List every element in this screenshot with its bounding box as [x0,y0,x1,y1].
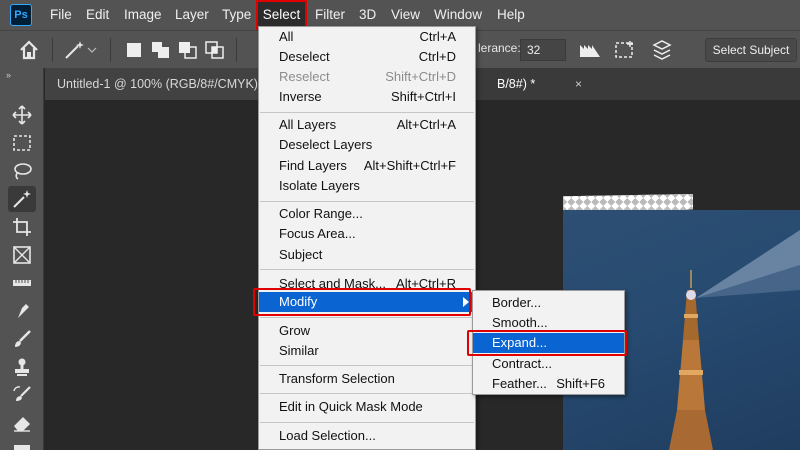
magic-wand-icon[interactable] [8,186,36,212]
gradient-icon[interactable] [8,436,36,450]
sample-all-layers-icon[interactable] [650,39,674,61]
select-subject-button[interactable]: Select Subject [705,38,797,62]
brush-icon[interactable] [8,326,36,352]
intersect-selection-icon[interactable] [205,41,225,59]
menu-item-subject[interactable]: Subject [259,245,475,265]
menu-item-color-range[interactable]: Color Range... [259,204,475,224]
crop-icon[interactable] [8,214,36,240]
menu-item-reselect: Reselect Shift+Ctrl+D [279,69,456,84]
modify-highlight-annotation [253,288,471,316]
menu-type[interactable]: Type [218,0,255,30]
menu-item-deselect-layers[interactable]: Deselect Layers [259,135,475,155]
tool-preset-picker[interactable] [62,38,98,62]
lasso-icon[interactable] [8,158,36,184]
menu-separator [260,365,474,366]
submenu-item-contract[interactable]: Contract... [473,354,624,374]
menu-layer[interactable]: Layer [171,0,213,30]
tolerance-label: lerance: [478,41,521,55]
menu-item-isolate-layers[interactable]: Isolate Layers [259,176,475,196]
menu-item-find-layers[interactable]: Find Layers Alt+Shift+Ctrl+F [259,156,475,176]
menu-item-similar[interactable]: Similar [259,341,475,361]
divider [236,38,237,62]
tab-untitled-1[interactable]: Untitled-1 @ 100% (RGB/8#/CMYK) [45,68,260,100]
home-icon[interactable] [18,39,40,61]
menu-separator [260,317,474,318]
menu-separator [260,393,474,394]
tab-label: Untitled-1 @ 100% (RGB/8#/CMYK) [57,77,258,91]
anti-alias-icon[interactable] [578,39,602,61]
add-to-selection-icon[interactable] [151,41,171,59]
menu-separator [260,201,474,202]
magic-wand-preset-icon [65,41,97,59]
close-tab-icon[interactable]: × [575,68,582,100]
photoshop-logo-icon: Ps [10,4,32,26]
eraser-icon[interactable] [8,410,36,436]
menu-item-deselect[interactable]: Deselect Ctrl+D [259,47,475,67]
submenu-item-feather[interactable]: Feather... Shift+F6 [473,374,624,394]
menu-image[interactable]: Image [120,0,166,30]
menu-separator [260,269,474,270]
menu-item-quick-mask[interactable]: Edit in Quick Mask Mode [259,397,475,417]
menu-separator [260,112,474,113]
menu-item-grow[interactable]: Grow [259,321,475,341]
menu-help[interactable]: Help [493,0,529,30]
menu-item-focus-area[interactable]: Focus Area... [259,224,475,244]
expand-highlight-annotation [467,330,627,356]
tab-active-document[interactable]: B/8#) * × [485,68,590,100]
marquee-icon[interactable] [8,130,36,156]
tools-panel: » [0,68,44,450]
new-selection-icon[interactable] [124,41,144,59]
frame-icon[interactable] [8,242,36,268]
divider [110,38,111,62]
select-menu-dropdown: All Ctrl+A Deselect Ctrl+D Reselect Shift+C… [258,26,476,450]
menu-item-inverse[interactable]: Inverse Shift+Ctrl+I [259,87,475,107]
submenu-item-border[interactable]: Border... [473,293,624,313]
menu-file[interactable]: File [46,0,76,30]
history-brush-icon[interactable] [8,382,36,408]
contiguous-icon[interactable] [614,39,638,61]
ruler-icon[interactable] [8,270,36,296]
panel-collapse-icon[interactable]: » [6,70,11,80]
divider [52,38,53,62]
subtract-from-selection-icon[interactable] [178,41,198,59]
move-icon[interactable] [8,102,36,128]
menu-item-transform-selection[interactable]: Transform Selection [259,369,475,389]
menu-item-all-layers[interactable]: All Layers Alt+Ctrl+A [259,115,475,135]
menu-item-all[interactable]: All Ctrl+A [259,27,475,47]
menu-separator [260,422,474,423]
tab-label: B/8#) * [497,77,536,91]
menu-item-load-selection[interactable]: Load Selection... [259,426,475,446]
tolerance-input[interactable]: 32 [520,39,566,61]
menu-edit[interactable]: Edit [82,0,113,30]
stamp-icon[interactable] [8,354,36,380]
healing-icon[interactable] [8,298,36,324]
